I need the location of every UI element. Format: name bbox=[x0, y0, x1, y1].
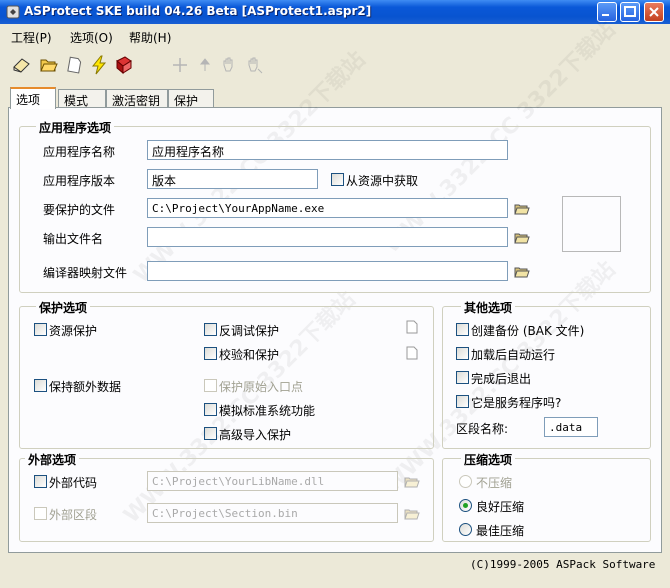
app-icon-preview[interactable] bbox=[562, 196, 621, 252]
advanced-import-checkbox[interactable] bbox=[204, 427, 217, 440]
best-compression-label[interactable]: 最佳压缩 bbox=[476, 522, 524, 539]
autorun-checkbox[interactable] bbox=[456, 347, 469, 360]
output-file-label: 输出文件名 bbox=[43, 232, 104, 246]
from-resource-checkbox[interactable] bbox=[331, 173, 344, 186]
external-code-label[interactable]: 外部代码 bbox=[49, 474, 97, 491]
open-project-icon[interactable] bbox=[38, 55, 58, 75]
document-icon[interactable] bbox=[406, 346, 418, 360]
blank-document-icon[interactable] bbox=[64, 55, 84, 75]
toolbar bbox=[0, 47, 670, 83]
file-to-protect-input[interactable]: C:\Project\YourAppName.exe bbox=[147, 198, 508, 218]
from-resource-label[interactable]: 从资源中获取 bbox=[346, 172, 418, 189]
grab-hand-disabled-icon bbox=[248, 57, 263, 74]
tab-activation-keys[interactable]: 激活密钥 bbox=[106, 89, 168, 108]
window-title: ASProtect SKE build 04.26 Beta [ASProtec… bbox=[24, 4, 372, 18]
tab-protection-label: 保护 bbox=[174, 94, 199, 108]
is-service-label[interactable]: 它是服务程序吗? bbox=[471, 394, 561, 411]
document-icon[interactable] bbox=[406, 320, 418, 334]
app-name-input[interactable]: 应用程序名称 bbox=[147, 140, 508, 160]
protect-lightning-icon[interactable] bbox=[89, 55, 109, 75]
move-icon bbox=[173, 58, 187, 72]
other-options-title: 其他选项 bbox=[461, 299, 516, 316]
map-file-label: 编译器映射文件 bbox=[43, 266, 128, 280]
good-compression-label[interactable]: 良好压缩 bbox=[476, 498, 524, 515]
keep-extra-data-checkbox[interactable] bbox=[34, 379, 47, 392]
compression-options-title: 压缩选项 bbox=[461, 451, 516, 468]
backup-label[interactable]: 创建备份 (BAK 文件) bbox=[471, 322, 584, 339]
menu-bar: 工程(P) 选项(O) 帮助(H) bbox=[0, 25, 670, 47]
menu-project[interactable]: 工程(P) bbox=[11, 29, 52, 46]
menu-options[interactable]: 选项(O) bbox=[70, 29, 113, 46]
tab-protection[interactable]: 保护 bbox=[168, 89, 214, 108]
app-name-label: 应用程序名称 bbox=[43, 145, 116, 159]
browse-folder-icon[interactable] bbox=[404, 507, 420, 521]
anti-debug-label[interactable]: 反调试保护 bbox=[219, 322, 279, 339]
grab-hand-icon bbox=[223, 57, 233, 72]
browse-folder-icon[interactable] bbox=[514, 202, 530, 216]
section-name-label: 区段名称: bbox=[456, 422, 509, 436]
protect-entry-label[interactable]: 保护原始入口点 bbox=[219, 378, 303, 395]
browse-folder-icon[interactable] bbox=[404, 475, 420, 489]
tab-options-label: 选项 bbox=[16, 93, 41, 107]
menu-help[interactable]: 帮助(H) bbox=[129, 29, 171, 46]
app-version-label: 应用程序版本 bbox=[43, 174, 116, 188]
backup-checkbox[interactable] bbox=[456, 323, 469, 336]
file-to-protect-label: 要保护的文件 bbox=[43, 203, 116, 217]
emulate-api-label[interactable]: 模拟标准系统功能 bbox=[219, 402, 315, 419]
map-file-input[interactable] bbox=[147, 261, 508, 281]
tab-options[interactable]: 选项 bbox=[10, 87, 56, 109]
maximize-button[interactable] bbox=[620, 2, 640, 22]
section-name-input[interactable]: .data bbox=[544, 417, 598, 437]
protection-options-title: 保护选项 bbox=[36, 299, 91, 316]
external-section-checkbox[interactable] bbox=[34, 507, 47, 520]
close-button[interactable] bbox=[644, 2, 664, 22]
resource-protect-label[interactable]: 资源保护 bbox=[49, 322, 97, 339]
copyright-text: (C)1999-2005 ASPack Software bbox=[470, 558, 656, 571]
exit-after-label[interactable]: 完成后退出 bbox=[471, 370, 531, 387]
browse-folder-icon[interactable] bbox=[514, 231, 530, 245]
external-code-input[interactable]: C:\Project\YourLibName.dll bbox=[147, 471, 398, 491]
title-bar[interactable]: ASProtect SKE build 04.26 Beta [ASProtec… bbox=[0, 0, 670, 24]
best-compression-radio[interactable] bbox=[459, 523, 472, 536]
tab-mode-label: 模式 bbox=[64, 94, 89, 108]
exit-after-checkbox[interactable] bbox=[456, 371, 469, 384]
new-project-icon[interactable] bbox=[12, 55, 32, 75]
external-section-input[interactable]: C:\Project\Section.bin bbox=[147, 503, 398, 523]
external-section-label[interactable]: 外部区段 bbox=[49, 506, 97, 523]
no-compression-radio[interactable] bbox=[459, 475, 472, 488]
app-icon bbox=[6, 5, 20, 19]
minimize-button[interactable] bbox=[597, 2, 617, 22]
tab-mode[interactable]: 模式 bbox=[58, 89, 106, 108]
emulate-api-checkbox[interactable] bbox=[204, 403, 217, 416]
app-version-input[interactable]: 版本 bbox=[147, 169, 318, 189]
app-options-title: 应用程序选项 bbox=[36, 119, 115, 136]
checksum-protect-checkbox[interactable] bbox=[204, 347, 217, 360]
autorun-label[interactable]: 加载后自动运行 bbox=[471, 346, 555, 363]
anti-debug-checkbox[interactable] bbox=[204, 323, 217, 336]
external-options-title: 外部选项 bbox=[25, 451, 80, 468]
external-code-checkbox[interactable] bbox=[34, 475, 47, 488]
tab-activation-keys-label: 激活密钥 bbox=[112, 94, 161, 108]
output-file-input[interactable] bbox=[147, 227, 508, 247]
radio-selected-dot bbox=[463, 503, 468, 508]
protect-entry-checkbox[interactable] bbox=[204, 379, 217, 392]
help-book-icon[interactable] bbox=[114, 55, 134, 75]
no-compression-label[interactable]: 不压缩 bbox=[476, 474, 512, 491]
good-compression-radio[interactable] bbox=[459, 499, 472, 512]
is-service-checkbox[interactable] bbox=[456, 395, 469, 408]
keep-extra-data-label[interactable]: 保持额外数据 bbox=[49, 378, 121, 395]
checksum-protect-label[interactable]: 校验和保护 bbox=[219, 346, 279, 363]
advanced-import-label[interactable]: 高级导入保护 bbox=[219, 426, 291, 443]
arrow-up-icon bbox=[199, 58, 211, 71]
browse-folder-icon[interactable] bbox=[514, 265, 530, 279]
compression-options-group bbox=[442, 458, 651, 542]
resource-protect-checkbox[interactable] bbox=[34, 323, 47, 336]
